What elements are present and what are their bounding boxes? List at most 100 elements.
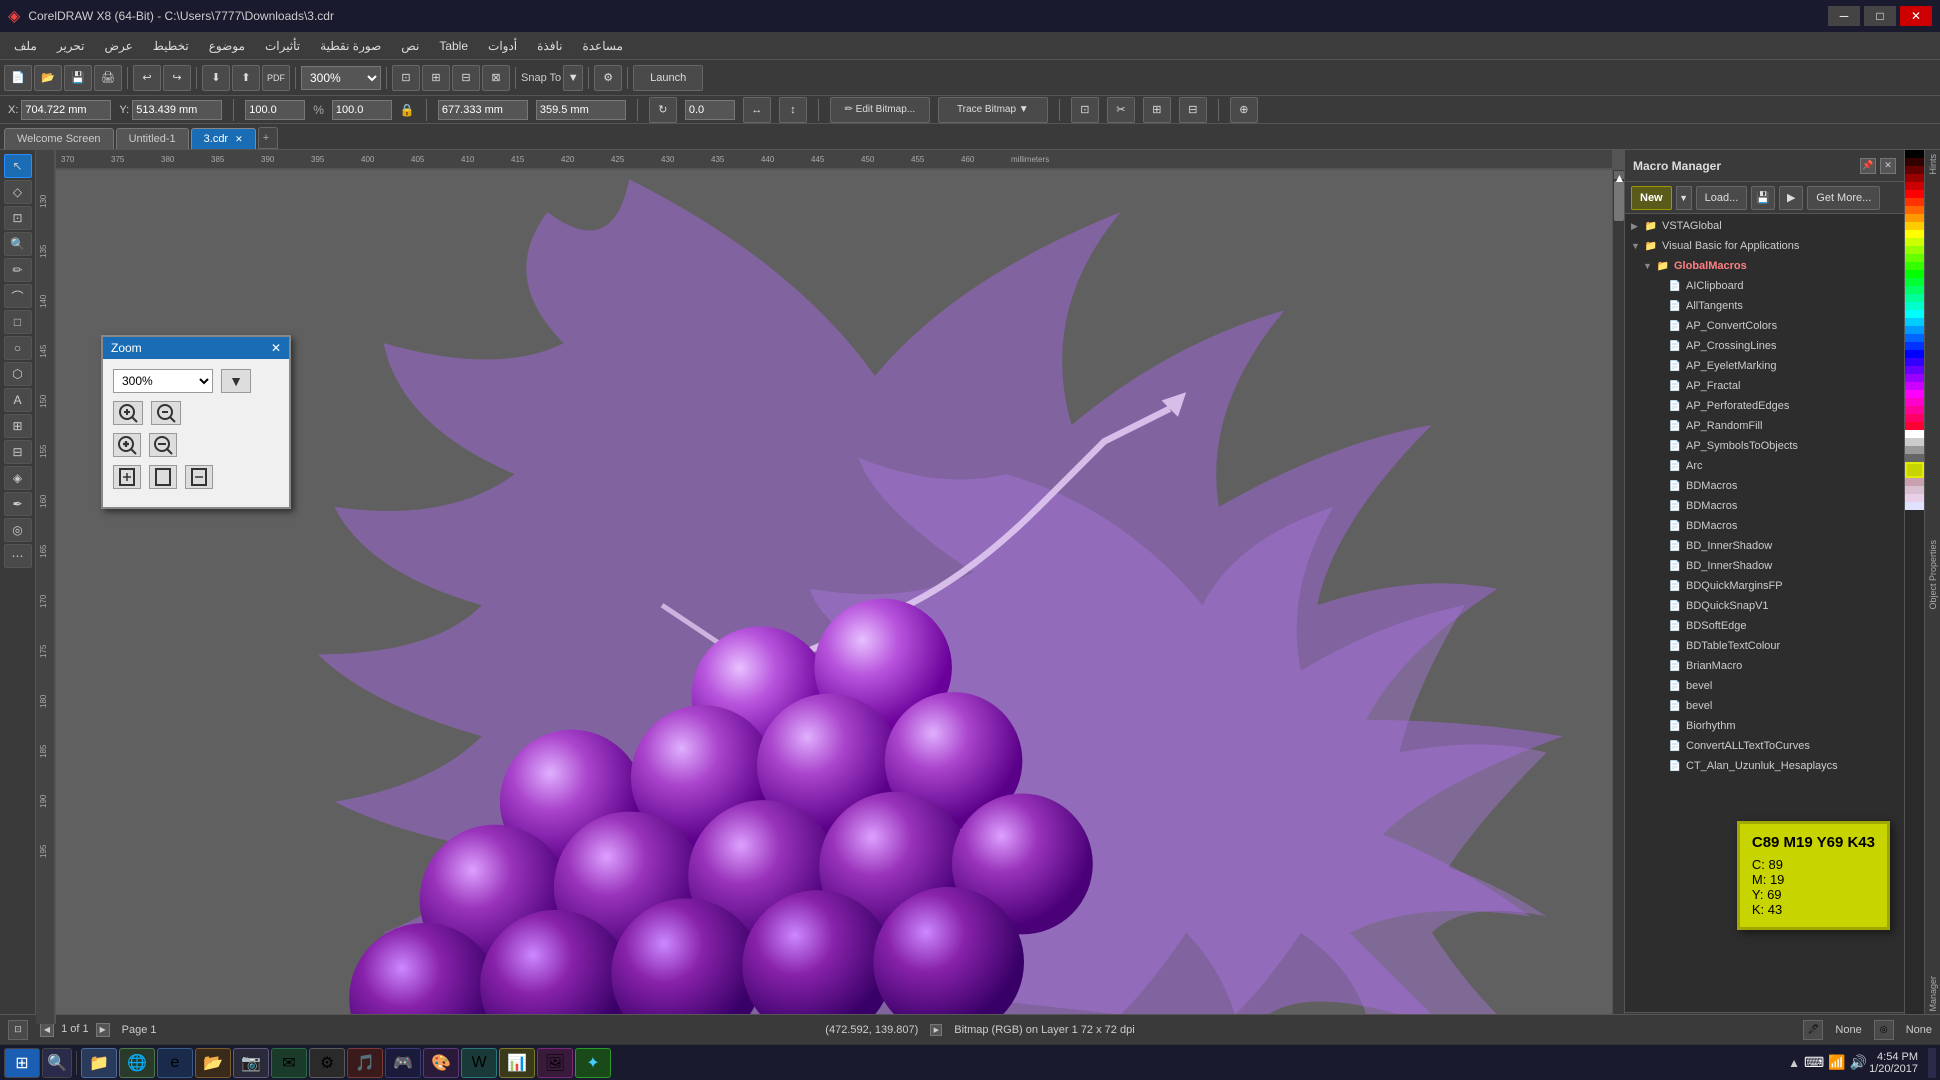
align-center-button[interactable]: ⊞: [422, 65, 450, 91]
menu-item-صورة نقطية[interactable]: صورة نقطية: [310, 35, 391, 57]
color-cyan[interactable]: [1905, 310, 1924, 318]
taskbar-explorer[interactable]: 📁: [81, 1048, 117, 1078]
vertical-scrollbar[interactable]: ▲ ▼: [1612, 170, 1624, 1024]
maximize-button[interactable]: □: [1864, 6, 1896, 26]
color-green1[interactable]: [1905, 254, 1924, 262]
tree-ap-crossinglines[interactable]: 📄 AP_CrossingLines: [1627, 336, 1902, 356]
next-page-btn[interactable]: ▶: [96, 1023, 110, 1037]
taskbar-app5[interactable]: 🖼: [537, 1048, 573, 1078]
color-blue3[interactable]: [1905, 342, 1924, 350]
color-gradient-strip[interactable]: [1905, 150, 1924, 1024]
tree-bevel2[interactable]: 📄 bevel: [1627, 696, 1902, 716]
color-lightgray[interactable]: [1905, 438, 1924, 446]
color-seafoam[interactable]: [1905, 294, 1924, 302]
taskbar-app1[interactable]: 🎵: [347, 1048, 383, 1078]
tree-ap-fractal[interactable]: 📄 AP_Fractal: [1627, 376, 1902, 396]
tree-brianmacro[interactable]: 📄 BrianMacro: [1627, 656, 1902, 676]
tree-bd-innershadow2[interactable]: 📄 BD_InnerShadow: [1627, 556, 1902, 576]
taskbar-mail[interactable]: ✉: [271, 1048, 307, 1078]
options-button[interactable]: ⚙: [594, 65, 622, 91]
macro-get-more-btn[interactable]: Get More...: [1807, 186, 1880, 210]
tree-vstaglobal[interactable]: ▶ 📁 VSTAGlobal: [1627, 216, 1902, 236]
resample-button[interactable]: ⊞: [1143, 97, 1171, 123]
taskbar-app4[interactable]: 📊: [499, 1048, 535, 1078]
color-pinkgray[interactable]: [1905, 478, 1924, 486]
color-purple[interactable]: [1905, 382, 1924, 390]
taskbar-files[interactable]: 📂: [195, 1048, 231, 1078]
color-magenta[interactable]: [1905, 390, 1924, 398]
tree-arc[interactable]: 📄 Arc: [1627, 456, 1902, 476]
color-limegreen[interactable]: [1905, 246, 1924, 254]
table-tool[interactable]: ⊞: [4, 414, 32, 438]
color-selected-highlight[interactable]: [1905, 462, 1924, 478]
node-tool[interactable]: ◇: [4, 180, 32, 204]
color-red3[interactable]: [1905, 182, 1924, 190]
coords-expand-btn[interactable]: ▶: [930, 1024, 942, 1036]
menu-item-أدوات[interactable]: أدوات: [478, 35, 527, 57]
color-gold[interactable]: [1905, 222, 1924, 230]
color-violet[interactable]: [1905, 374, 1924, 382]
expand-globalmacros[interactable]: ▼: [1643, 261, 1655, 271]
color-yellow[interactable]: [1905, 230, 1924, 238]
save-button[interactable]: 💾: [64, 65, 92, 91]
outline-tool[interactable]: ◎: [4, 518, 32, 542]
canvas-area[interactable]: 370 375 380 385 390 395 400 405 410 415 …: [36, 150, 1624, 1044]
macro-load-btn[interactable]: Load...: [1696, 186, 1748, 210]
tray-volume[interactable]: 🔊: [1850, 1054, 1867, 1071]
height2-input[interactable]: [536, 100, 626, 120]
menu-item-مساعدة[interactable]: مساعدة: [572, 35, 633, 57]
width2-input[interactable]: [438, 100, 528, 120]
freehand-tool[interactable]: ✏: [4, 258, 32, 282]
layer-btn[interactable]: ⊡: [8, 1020, 28, 1040]
macro-pin-btn[interactable]: 📌: [1860, 158, 1876, 174]
scroll-thumb[interactable]: [1614, 181, 1624, 221]
height-input[interactable]: [332, 100, 392, 120]
expand-vstaglobal[interactable]: ▶: [1631, 221, 1643, 232]
pick-tool-button[interactable]: ⊕: [1230, 97, 1258, 123]
canvas-content[interactable]: [56, 170, 1612, 1024]
show-desktop-btn[interactable]: [1928, 1048, 1936, 1078]
zoom-page-in-btn[interactable]: [113, 465, 141, 489]
color-crimson[interactable]: [1905, 422, 1924, 430]
taskbar-app2[interactable]: 🎮: [385, 1048, 421, 1078]
tree-alltangents[interactable]: 📄 AllTangents: [1627, 296, 1902, 316]
new-button[interactable]: 📄: [4, 65, 32, 91]
tree-bdquicksnapv1[interactable]: 📄 BDQuickSnapV1: [1627, 596, 1902, 616]
snap-button[interactable]: ▼: [563, 65, 583, 91]
macro-save-btn[interactable]: 💾: [1751, 186, 1775, 210]
zoom-page-out-btn[interactable]: [185, 465, 213, 489]
tree-aiclipboard[interactable]: 📄 AIClipboard: [1627, 276, 1902, 296]
trace-bitmap-button[interactable]: Trace Bitmap ▼: [938, 97, 1048, 123]
macro-close-btn[interactable]: ✕: [1880, 158, 1896, 174]
eyedropper-tool[interactable]: ✒: [4, 492, 32, 516]
color-indigo1[interactable]: [1905, 358, 1924, 366]
color-turquoise[interactable]: [1905, 302, 1924, 310]
color-blue1[interactable]: [1905, 326, 1924, 334]
color-red1[interactable]: [1905, 166, 1924, 174]
zoom-area-in-btn[interactable]: [113, 433, 141, 457]
zoom-select[interactable]: 300% 200% 100% 50%: [301, 66, 381, 90]
color-blue[interactable]: [1905, 350, 1924, 358]
zoom-in-btn[interactable]: [113, 401, 143, 425]
tree-ap-randomfill[interactable]: 📄 AP_RandomFill: [1627, 416, 1902, 436]
y-input[interactable]: [132, 100, 222, 120]
macro-new-btn[interactable]: New: [1631, 186, 1672, 210]
scroll-up-btn[interactable]: ▲: [1614, 171, 1624, 179]
tray-network[interactable]: 📶: [1828, 1054, 1845, 1071]
tree-ap-symbolstoobjects[interactable]: 📄 AP_SymbolsToObjects: [1627, 436, 1902, 456]
color-yellowgreen[interactable]: [1905, 238, 1924, 246]
outline-indicator-btn[interactable]: ◎: [1874, 1020, 1894, 1040]
tree-bdquickmarginsfp[interactable]: 📄 BDQuickMarginsFP: [1627, 576, 1902, 596]
search-button[interactable]: 🔍: [42, 1048, 72, 1078]
prev-page-btn[interactable]: ◀: [40, 1023, 54, 1037]
color-white[interactable]: [1905, 430, 1924, 438]
taskbar-photos[interactable]: 📷: [233, 1048, 269, 1078]
bitmap-color-button[interactable]: ⊟: [1179, 97, 1207, 123]
tree-bdsoftedge[interactable]: 📄 BDSoftEdge: [1627, 616, 1902, 636]
fill-indicator-btn[interactable]: 🖊: [1803, 1020, 1823, 1040]
tab-add-button[interactable]: +: [258, 127, 278, 149]
rotate-button[interactable]: ↻: [649, 97, 677, 123]
color-red[interactable]: [1905, 190, 1924, 198]
expand-vba[interactable]: ▼: [1631, 241, 1643, 251]
close-button[interactable]: ✕: [1900, 6, 1932, 26]
